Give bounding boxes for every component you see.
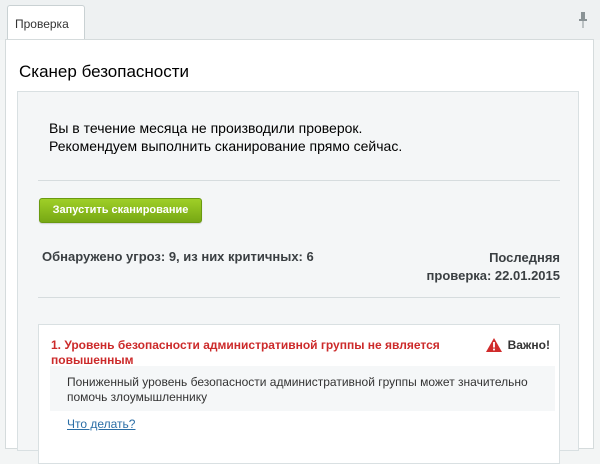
- warning-icon: [485, 338, 502, 352]
- threats-summary: Обнаружено угроз: 9, из них критичных: 6: [42, 249, 314, 264]
- last-check-info: Последняя проверка: 22.01.2015: [427, 249, 560, 285]
- last-check-line1: Последняя: [489, 250, 560, 265]
- tab-check[interactable]: Проверка: [7, 5, 85, 39]
- what-to-do-link[interactable]: Что делать?: [67, 417, 135, 431]
- run-scan-button[interactable]: Запустить сканирование: [39, 198, 202, 223]
- severity-label: Важно!: [507, 338, 550, 352]
- tab-label: Проверка: [15, 17, 69, 31]
- divider: [38, 180, 560, 181]
- issue-item: 1. Уровень безопасности административной…: [38, 324, 560, 464]
- intro-message: Вы в течение месяца не производили прове…: [49, 120, 403, 154]
- security-scanner-panel: Сканер безопасности Вы в течение месяца …: [5, 39, 594, 464]
- tab-bar: Проверка: [0, 0, 600, 40]
- panel-title: Сканер безопасности: [19, 62, 190, 81]
- issue-title[interactable]: 1. Уровень безопасности административной…: [51, 338, 461, 368]
- pin-icon[interactable]: [578, 11, 588, 29]
- last-check-line2: проверка: 22.01.2015: [426, 268, 560, 283]
- severity-badge: Важно!: [485, 338, 550, 352]
- divider: [38, 297, 560, 298]
- scanner-card: Вы в течение месяца не производили прове…: [17, 91, 579, 464]
- issue-description: Пониженный уровень безопасности админист…: [67, 375, 528, 404]
